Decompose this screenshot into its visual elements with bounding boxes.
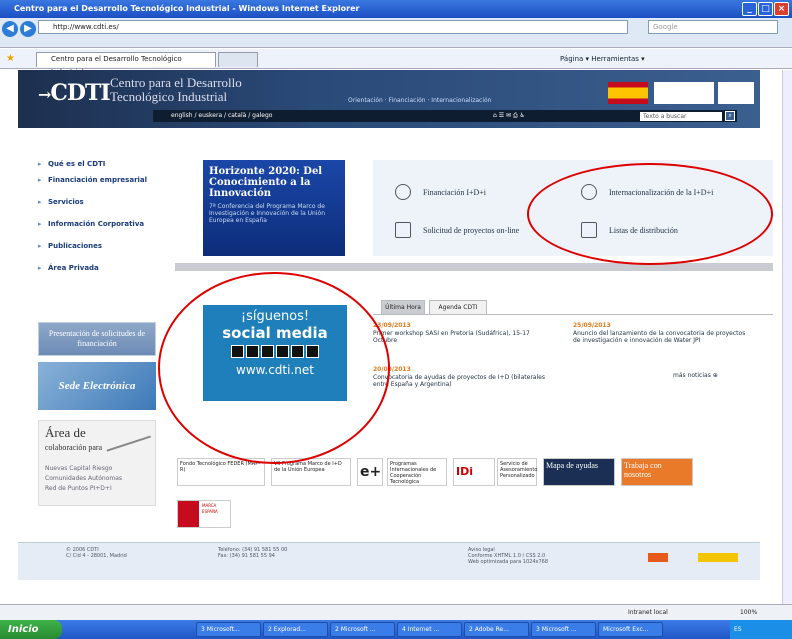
subtitle-line1: Centro para el Desarrollo — [110, 75, 242, 90]
zoom-label[interactable]: 100% — [740, 605, 757, 621]
highlight-oval-2 — [158, 272, 390, 464]
nav-financiacion[interactable]: Financiación empresarial — [38, 176, 166, 184]
nav-area-privada[interactable]: Área Privada — [38, 264, 166, 272]
partner-logo — [718, 82, 754, 104]
task-item-5[interactable]: 2 Adobe Re... — [464, 622, 529, 637]
highlight-oval-1 — [527, 163, 773, 265]
task-item-7[interactable]: Microsoft Exc... — [598, 622, 663, 637]
start-button[interactable]: Inicio — [0, 620, 62, 639]
browser-search-input[interactable]: Google — [648, 20, 778, 34]
nav-servicios[interactable]: Servicios — [38, 198, 166, 206]
more-news-label: más noticias — [673, 372, 711, 379]
task-item-1[interactable]: 3 Microsoft... — [196, 622, 261, 637]
footer-col3: Aviso legal Conforme XHTML 1.0 / CSS 2.0… — [468, 547, 548, 565]
header-slogan: Orientación · Financiación · Internacion… — [348, 97, 492, 104]
system-tray[interactable]: ES — [730, 620, 792, 639]
address: C/ Cid 4 - 28001, Madrid — [66, 553, 127, 559]
sede-electronica-button[interactable]: Sede Electrónica — [38, 362, 156, 410]
zone-label: Intranet local — [628, 609, 668, 616]
task-item-2[interactable]: 2 Explorad... — [263, 622, 328, 637]
plus-icon: ⊕ — [712, 372, 718, 379]
area-title: Área de — [45, 425, 86, 440]
arrow-icon: → — [38, 85, 51, 104]
spain-flag-logo — [608, 82, 648, 104]
banner-subtitle: 7ª Conferencia del Programa Marco de Inv… — [209, 203, 326, 224]
toolbar-tools[interactable]: Página ▾ Herramientas ▾ — [560, 53, 790, 65]
news-text-1[interactable]: Primer workshop SASI en Pretoria (Sudáfr… — [373, 330, 553, 344]
logo-mapa-ayudas[interactable]: Mapa de ayudas — [543, 458, 615, 486]
divider-stripe — [175, 263, 773, 271]
language-links[interactable]: english / euskera / català / galego — [171, 112, 272, 119]
logo-trabaja[interactable]: Trabaja con nosotros — [621, 458, 693, 486]
footer-col1: © 2006 CDTI C/ Cid 4 - 28001, Madrid — [66, 547, 127, 559]
horizonte-2020-banner[interactable]: Horizonte 2020: Del Conocimiento a la In… — [203, 160, 345, 256]
logo-idi[interactable]: IDi — [453, 458, 495, 486]
news-panel: Última Hora Agenda CDTI 23/09/2013 Prime… — [373, 300, 773, 408]
subtitle-line2: Tecnológico Industrial — [110, 89, 228, 104]
nav-informacion[interactable]: Información Corporativa — [38, 220, 166, 228]
tab-ultima-hora[interactable]: Última Hora — [381, 300, 425, 314]
link-solicitud[interactable]: Solicitud de proyectos on-line — [423, 226, 519, 235]
status-bar: Intranet local 100% — [0, 604, 792, 620]
partner-logos: Fondo Tecnológico FEDER (MAP-R) VII Prog… — [177, 458, 717, 528]
w3c-badge[interactable] — [698, 553, 738, 562]
fax: Fax: (34) 91 581 55 94 — [218, 553, 275, 559]
header-tool-icons[interactable]: ⌂ ☰ ✉ ⎙ ♿ — [493, 110, 525, 122]
back-icon[interactable]: ◀ — [2, 21, 18, 37]
logo-servicio-asesoramiento[interactable]: Servicio de Asesoramiento Personalizado — [497, 458, 537, 486]
area-link-1[interactable]: Nuevas Capital Riesgo — [45, 465, 112, 472]
minimize-button[interactable]: _ — [742, 2, 757, 16]
more-news-link[interactable]: más noticias ⊕ — [673, 372, 718, 379]
task-item-3[interactable]: 2 Microsoft ... — [330, 622, 395, 637]
rss-icon[interactable] — [648, 553, 668, 562]
ministry-logo — [654, 82, 714, 104]
tab-cdti[interactable]: Centro para el Desarrollo Tecnológico In… — [36, 52, 216, 76]
lightbulb-icon — [395, 184, 411, 200]
vertical-scrollbar[interactable] — [782, 70, 792, 604]
area-subtitle: colaboración para — [45, 443, 103, 452]
logo-programas-internacionales[interactable]: Programas Internacionales de Cooperación… — [387, 458, 447, 486]
logo-marca-espana[interactable]: MARCA ESPAÑA — [177, 500, 231, 528]
presentacion-button[interactable]: Presentación de solicitudes de financiac… — [38, 322, 156, 356]
taskbar: Inicio 3 Microsoft... 2 Explorad... 2 Mi… — [0, 620, 792, 639]
link-financiacion[interactable]: Financiación I+D+i — [423, 188, 486, 197]
news-date-2: 25/09/2013 — [573, 322, 611, 329]
logo-text: CDTI — [50, 80, 110, 106]
area-link-3[interactable]: Red de Puntos PI+D+I — [45, 485, 112, 492]
close-button[interactable]: × — [774, 2, 789, 16]
news-text-2[interactable]: Anuncio del lanzamiento de la convocator… — [573, 330, 753, 344]
forward-icon[interactable]: ▶ — [20, 21, 36, 37]
url-input[interactable]: http://www.cdti.es/ — [38, 20, 628, 34]
area-colaboracion: Área de colaboración para Nuevas Capital… — [38, 418, 156, 506]
window-titlebar: Centro para el Desarrollo Tecnológico In… — [0, 0, 792, 18]
logo-subtitle: Centro para el Desarrollo Tecnológico In… — [110, 76, 242, 104]
address-bar: ◀ ▶ http://www.cdti.es/ Google — [0, 18, 792, 48]
site-footer: © 2006 CDTI C/ Cid 4 - 28001, Madrid Tel… — [18, 542, 760, 580]
tab-agenda[interactable]: Agenda CDTI — [429, 300, 487, 314]
task-item-4[interactable]: 4 Internet ... — [397, 622, 462, 637]
banner-title: Horizonte 2020: Del Conocimiento a la In… — [209, 166, 323, 199]
site-header: →CDTI Centro para el Desarrollo Tecnológ… — [18, 70, 760, 128]
logo-eplus[interactable]: e+ — [357, 458, 383, 486]
task-item-6[interactable]: 3 Microsoft ... — [531, 622, 596, 637]
feather-icon — [101, 418, 151, 452]
favorites-star-icon[interactable]: ★ — [6, 53, 15, 64]
window-title: Centro para el Desarrollo Tecnológico In… — [14, 4, 360, 13]
news-text-3[interactable]: Convocatoria de ayudas de proyectos de I… — [373, 374, 553, 388]
pen-icon — [395, 222, 411, 238]
nav-que-es[interactable]: Qué es el CDTI — [38, 160, 166, 168]
cdti-logo[interactable]: →CDTI — [38, 80, 111, 106]
new-tab[interactable] — [218, 52, 258, 67]
footer-col2: Teléfono: (34) 91 581 55 00 Fax: (34) 91… — [218, 547, 287, 559]
maximize-button[interactable]: □ — [758, 2, 773, 16]
site-search-input[interactable]: Texto a buscar — [640, 112, 722, 121]
tab-row: ★ Centro para el Desarrollo Tecnológico … — [0, 49, 792, 76]
search-icon[interactable]: ⌕ — [725, 111, 735, 121]
area-link-2[interactable]: Comunidades Autónomas — [45, 475, 122, 482]
news-tab-divider — [373, 314, 773, 315]
left-nav: Qué es el CDTI Financiación empresarial … — [38, 160, 166, 286]
optimization-note: Web optimizada para 1024x768 — [468, 559, 549, 565]
nav-publicaciones[interactable]: Publicaciones — [38, 242, 166, 250]
